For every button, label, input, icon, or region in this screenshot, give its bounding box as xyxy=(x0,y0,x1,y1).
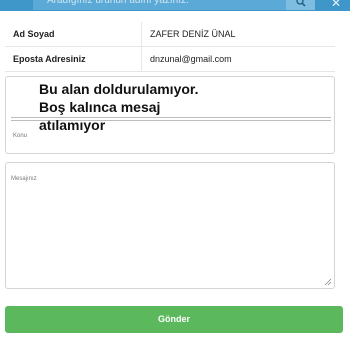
table-row: Eposta Adresiniz dnzunal@gmail.com xyxy=(5,46,335,72)
annotation-line: atılamıyor xyxy=(39,117,106,133)
name-label: Ad Soyad xyxy=(5,22,142,47)
message-form-page: Aradığınız ürünün adını yazınız. ✕ Ad So… xyxy=(0,0,350,350)
email-label: Eposta Adresiniz xyxy=(5,46,142,72)
name-value: ZAFER DENİZ ÜNAL xyxy=(141,22,335,47)
user-info-table: Ad Soyad ZAFER DENİZ ÜNAL Eposta Adresin… xyxy=(5,22,335,72)
search-input[interactable]: Aradığınız ürünün adını yazınız. xyxy=(33,0,315,10)
subject-label: Konu xyxy=(13,133,28,139)
annotation-note: Bu alan doldurulamıyor. Boş kalınca mesa… xyxy=(39,80,299,134)
table-row: Ad Soyad ZAFER DENİZ ÜNAL xyxy=(5,22,335,47)
annotation-line: Boş kalınca mesaj xyxy=(39,99,161,115)
search-bar: Aradığınız ürünün adını yazınız. ✕ xyxy=(0,0,350,11)
message-label: Mesajınız xyxy=(11,176,37,182)
search-icon xyxy=(295,0,306,7)
message-textarea[interactable]: Mesajınız xyxy=(5,162,335,289)
search-button[interactable] xyxy=(286,0,315,10)
email-value: dnzunal@gmail.com xyxy=(141,46,335,72)
resize-handle-icon[interactable] xyxy=(324,278,332,286)
annotation-line: Bu alan doldurulamıyor. xyxy=(39,81,199,97)
close-icon[interactable]: ✕ xyxy=(329,0,343,9)
submit-button[interactable]: Gönder xyxy=(5,306,343,333)
